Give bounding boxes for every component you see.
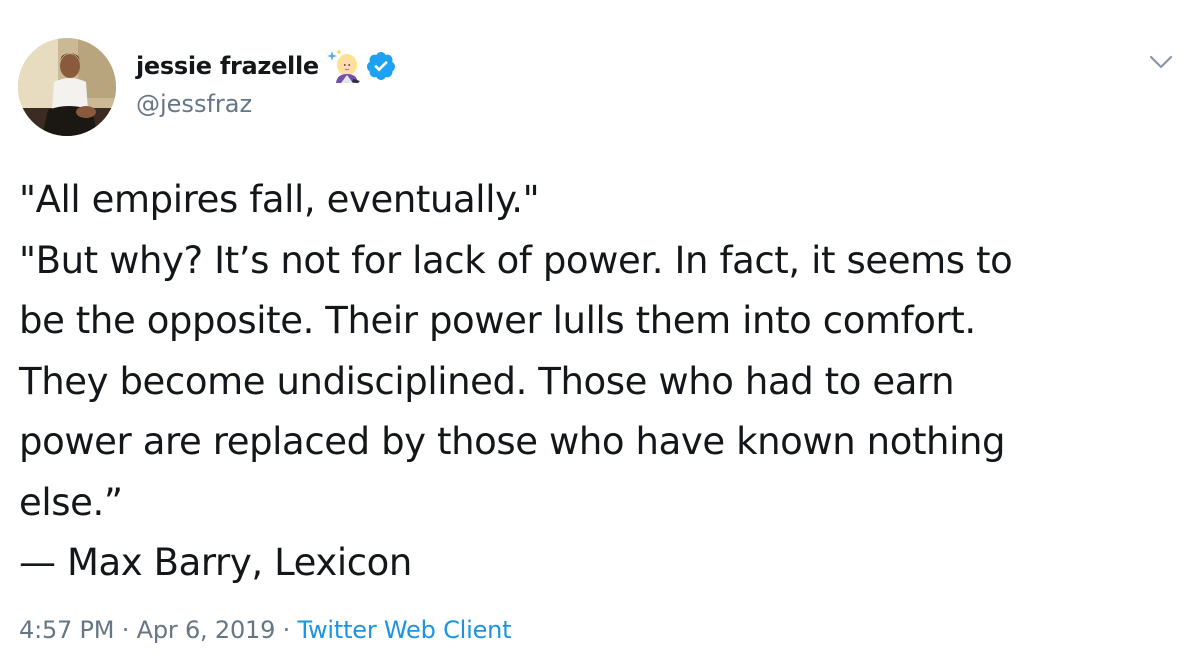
avatar[interactable] [18,38,116,136]
chevron-down-icon[interactable] [1146,50,1176,74]
handle[interactable]: @jessfraz [136,90,252,118]
woman-mage-sparkles-icon [326,49,361,83]
tweet-text: "All empires fall, eventually." "But why… [19,170,1169,594]
tweet-source-link[interactable]: Twitter Web Client [297,616,511,644]
tweet-card: jessie frazelle @jessfraz "All empires f… [0,0,1203,668]
verified-badge-icon [365,50,397,82]
tweet-line: "But why? It’s not for lack of power. In… [19,238,1013,282]
tweet-line: else.” [19,480,123,524]
tweet-line: power are replaced by those who have kno… [19,420,1006,463]
tweet-date[interactable]: Apr 6, 2019 [137,616,276,644]
author-name-row[interactable]: jessie frazelle [136,48,397,84]
tweet-line: be the opposite. Their power lulls them … [19,299,976,342]
tweet-line: — Max Barry, Lexicon [19,541,412,584]
tweet-time[interactable]: 4:57 PM [19,616,115,644]
tweet-line: "All empires fall, eventually." [19,178,540,221]
meta-separator: · [114,616,137,644]
avatar-photo [18,38,116,136]
tweet-line: They become undisciplined. Those who had… [19,359,955,403]
tweet-metadata: 4:57 PM · Apr 6, 2019 · Twitter Web Clie… [19,616,512,644]
meta-separator: · [275,616,298,644]
display-name[interactable]: jessie frazelle [136,52,319,80]
